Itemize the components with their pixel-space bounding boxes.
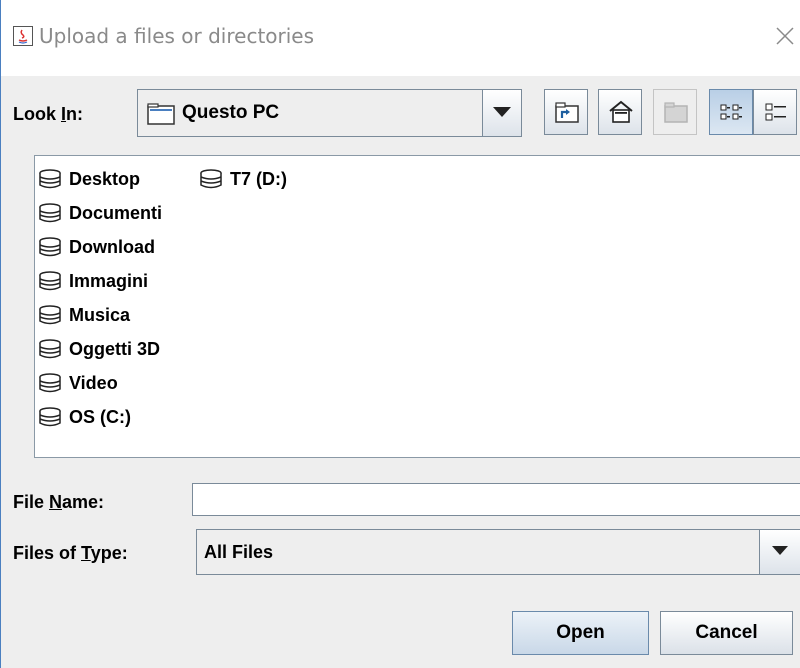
list-view-button[interactable] (709, 89, 753, 135)
look-in-label: Look In: (13, 104, 84, 124)
window-title: Upload a files or directories (39, 24, 315, 48)
java-app-icon (13, 26, 33, 46)
list-item[interactable]: T7 (D:) (199, 164, 287, 194)
files-of-type-label: Files of Type: (13, 543, 128, 563)
new-folder-button[interactable] (653, 89, 697, 135)
look-in-value: Questo PC (182, 102, 280, 123)
list-item[interactable]: OS (C:) (38, 402, 131, 432)
drive-icon (39, 373, 61, 393)
close-icon[interactable] (769, 20, 800, 52)
file-name-label: File Name: (13, 492, 105, 512)
file-list[interactable]: Desktop Documenti Download Immagini Musi… (34, 155, 800, 458)
files-of-type-combobox[interactable]: All Files (196, 529, 800, 575)
home-button[interactable] (598, 89, 642, 135)
details-view-button[interactable] (753, 89, 797, 135)
drive-icon (39, 203, 61, 223)
list-item[interactable]: Video (38, 368, 118, 398)
list-item[interactable]: Documenti (38, 198, 162, 228)
list-item[interactable]: Musica (38, 300, 130, 330)
files-of-type-value: All Files (204, 542, 274, 562)
file-chooser-dialog: Upload a files or directories Look In: Q… (0, 0, 800, 668)
drive-icon (39, 407, 61, 427)
drive-icon (39, 305, 61, 325)
file-name-input[interactable] (192, 483, 800, 516)
list-item[interactable]: Download (38, 232, 155, 262)
folder-icon (147, 103, 175, 125)
list-item[interactable]: Oggetti 3D (38, 334, 160, 364)
title-bar: Upload a files or directories (1, 0, 800, 76)
drive-icon (39, 237, 61, 257)
drive-icon (39, 271, 61, 291)
chevron-down-icon[interactable] (759, 530, 800, 574)
drive-icon (200, 169, 222, 189)
list-item[interactable]: Immagini (38, 266, 148, 296)
up-one-level-button[interactable] (544, 89, 588, 135)
cancel-button[interactable]: Cancel (660, 611, 793, 655)
open-button[interactable]: Open (512, 611, 649, 655)
drive-icon (39, 339, 61, 359)
chevron-down-icon[interactable] (482, 90, 521, 136)
list-item[interactable]: Desktop (38, 164, 140, 194)
look-in-combobox[interactable]: Questo PC (137, 89, 522, 137)
drive-icon (39, 169, 61, 189)
